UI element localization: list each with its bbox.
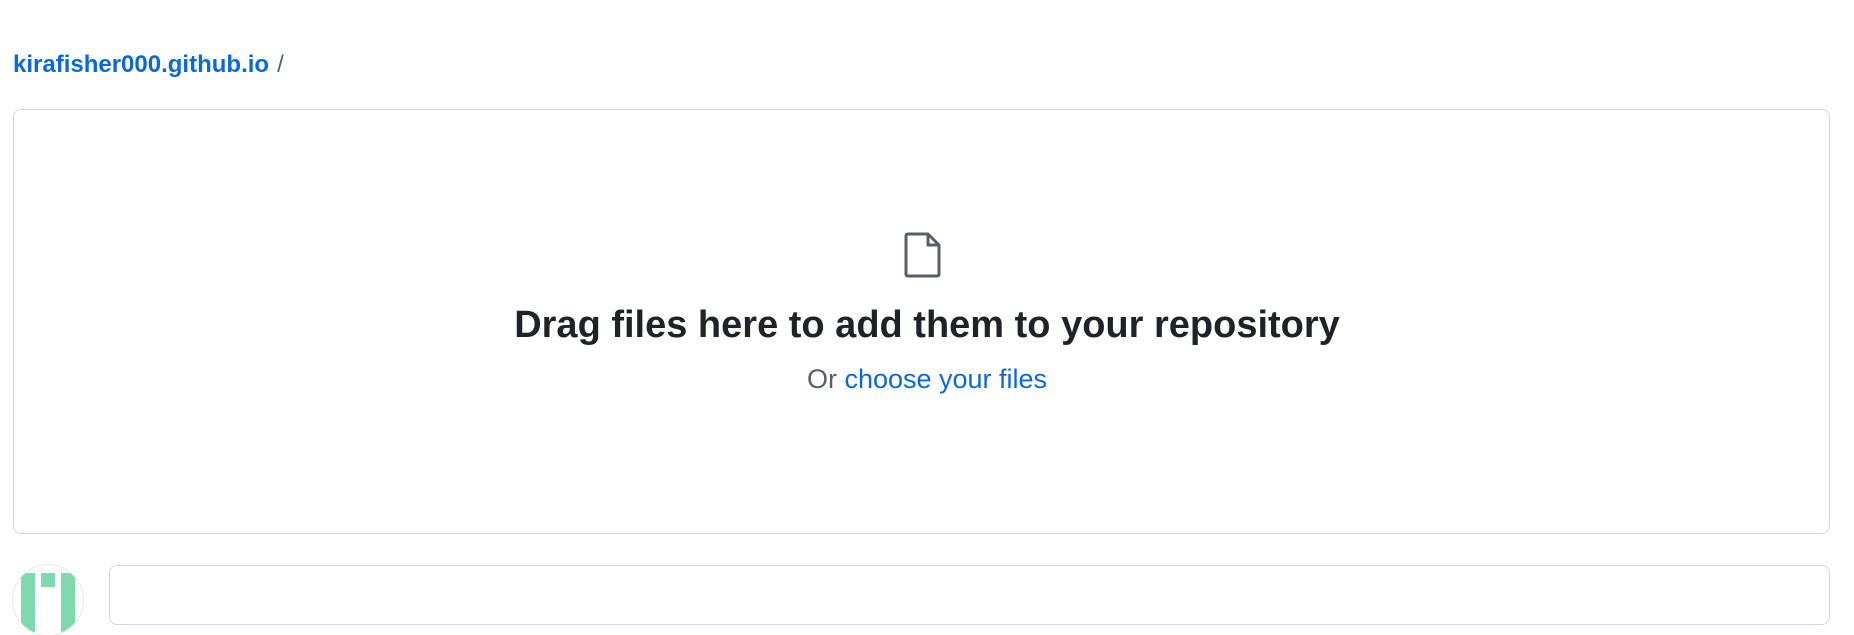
choose-files-link[interactable]: choose your files [844,364,1047,394]
breadcrumb: kirafisher000.github.io / [13,50,284,80]
commit-box [109,565,1830,625]
or-label: Or [806,364,837,394]
file-icon [904,232,941,278]
breadcrumb-separator: / [277,51,284,78]
avatar [13,565,83,635]
dropzone-subtitle: Or choose your files [0,362,1854,396]
dropzone-title: Drag files here to add them to your repo… [514,304,1340,346]
repo-link[interactable]: kirafisher000.github.io [13,51,269,78]
